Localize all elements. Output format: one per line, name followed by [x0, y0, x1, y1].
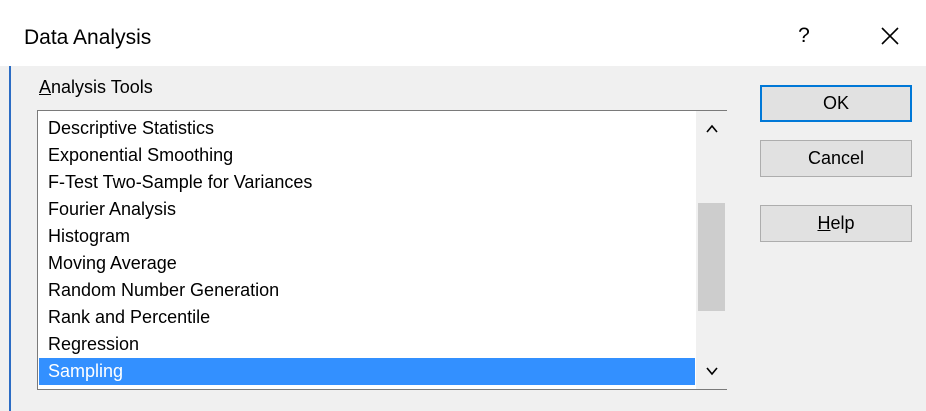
list-item[interactable]: Histogram	[39, 223, 695, 250]
help-question-button[interactable]: ?	[790, 18, 818, 54]
list-item[interactable]: Random Number Generation	[39, 277, 695, 304]
ok-button[interactable]: OK	[760, 85, 912, 122]
list-item[interactable]: Regression	[39, 331, 695, 358]
title-bar: Data Analysis ?	[0, 0, 926, 66]
chevron-down-icon	[705, 367, 718, 376]
list-item[interactable]: Fourier Analysis	[39, 196, 695, 223]
help-button[interactable]: Help	[760, 205, 912, 242]
analysis-tools-label-rest: nalysis Tools	[51, 77, 153, 97]
scroll-up-button[interactable]	[696, 111, 727, 145]
list-item[interactable]: Sampling	[39, 358, 695, 385]
analysis-tools-listbox[interactable]: Descriptive Statistics Exponential Smooth…	[37, 110, 727, 390]
cancel-button[interactable]: Cancel	[760, 140, 912, 177]
window-title: Data Analysis	[24, 26, 152, 49]
list-item[interactable]: Descriptive Statistics	[39, 115, 695, 142]
close-button[interactable]	[872, 18, 908, 54]
list-item[interactable]: Moving Average	[39, 250, 695, 277]
analysis-tools-label-access-key: A	[39, 77, 52, 97]
analysis-tools-label: Analysis Tools	[39, 75, 153, 99]
close-icon	[881, 27, 899, 45]
help-button-access-key: H	[817, 213, 831, 233]
analysis-tools-list: Descriptive Statistics Exponential Smooth…	[39, 115, 696, 390]
help-button-label-rest: elp	[830, 213, 855, 233]
scroll-thumb[interactable]	[698, 203, 725, 311]
chevron-up-icon	[705, 124, 718, 133]
list-item[interactable]: F-Test Two-Sample for Variances	[39, 169, 695, 196]
list-item[interactable]: Exponential Smoothing	[39, 142, 695, 169]
list-item[interactable]: Rank and Percentile	[39, 304, 695, 331]
data-analysis-dialog: Data Analysis ? Analysis Tools Descripti…	[0, 0, 926, 411]
scroll-down-button[interactable]	[696, 355, 727, 389]
window-edge-accent	[9, 66, 11, 411]
listbox-scrollbar[interactable]	[696, 111, 727, 389]
